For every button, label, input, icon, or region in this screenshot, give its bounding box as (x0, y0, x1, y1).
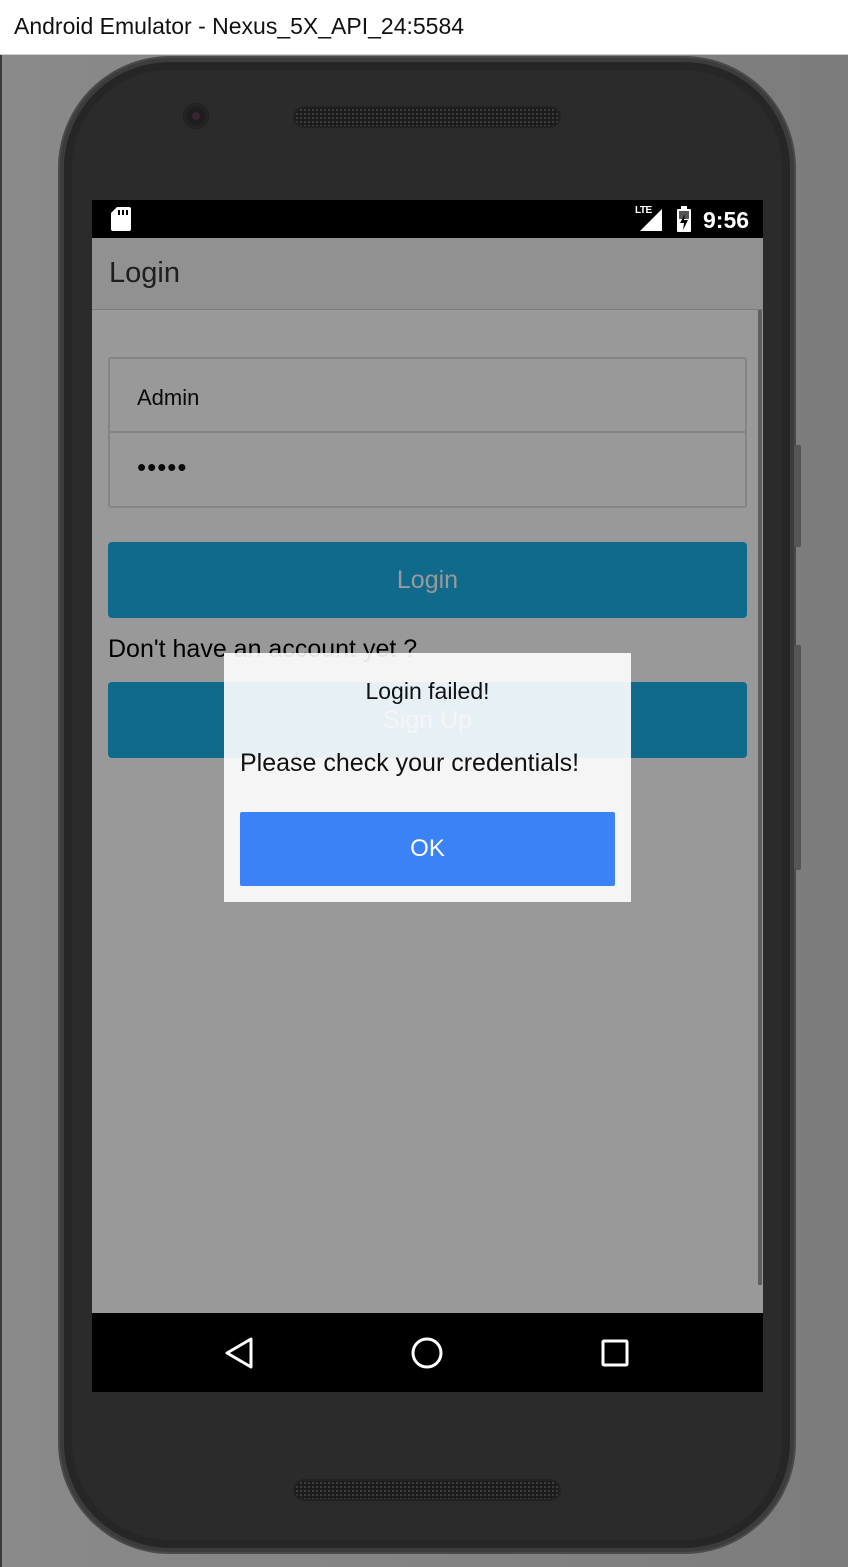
window-title: Android Emulator - Nexus_5X_API_24:5584 (14, 13, 465, 39)
emulator-window-titlebar: Android Emulator - Nexus_5X_API_24:5584 (0, 0, 848, 55)
home-icon[interactable] (407, 1333, 447, 1373)
alert-dialog: Login failed! Please check your credenti… (224, 653, 631, 902)
bottom-speaker-grille (293, 1479, 561, 1501)
top-speaker-grille (293, 106, 561, 128)
power-button[interactable] (794, 445, 801, 547)
front-camera (183, 103, 209, 129)
volume-button[interactable] (794, 645, 801, 870)
signal-icon (640, 209, 662, 231)
battery-charging-icon (677, 206, 691, 232)
device-screen: LTE 9:56 Login Admin ••••• Login Don't h… (92, 200, 763, 1392)
sd-card-icon (111, 207, 131, 231)
status-bar: LTE 9:56 (92, 200, 763, 238)
dialog-message: Please check your credentials! (240, 749, 580, 777)
status-clock: 9:56 (703, 207, 750, 233)
navigation-bar (92, 1313, 763, 1392)
back-icon[interactable] (219, 1333, 259, 1373)
dialog-title: Login failed! (365, 678, 490, 704)
recents-icon[interactable] (595, 1333, 635, 1373)
dialog-ok-button[interactable]: OK (240, 812, 615, 886)
